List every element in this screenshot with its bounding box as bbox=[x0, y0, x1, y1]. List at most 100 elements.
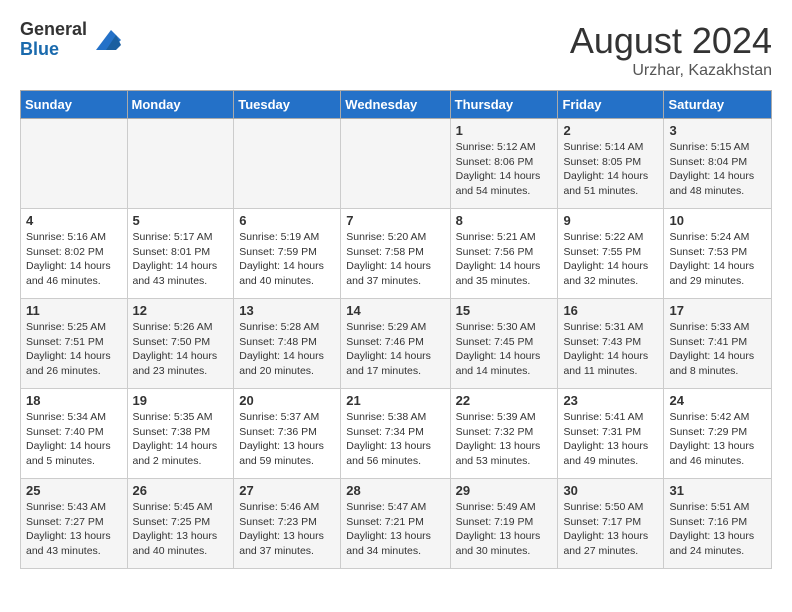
day-detail: Sunrise: 5:26 AM Sunset: 7:50 PM Dayligh… bbox=[133, 320, 229, 379]
day-detail: Sunrise: 5:19 AM Sunset: 7:59 PM Dayligh… bbox=[239, 230, 335, 289]
day-number: 20 bbox=[239, 393, 335, 408]
calendar-empty-cell bbox=[341, 119, 450, 209]
day-number: 24 bbox=[669, 393, 766, 408]
day-number: 6 bbox=[239, 213, 335, 228]
day-detail: Sunrise: 5:47 AM Sunset: 7:21 PM Dayligh… bbox=[346, 500, 444, 559]
day-number: 17 bbox=[669, 303, 766, 318]
calendar-day-10: 10Sunrise: 5:24 AM Sunset: 7:53 PM Dayli… bbox=[664, 209, 772, 299]
day-number: 4 bbox=[26, 213, 122, 228]
header-wednesday: Wednesday bbox=[341, 91, 450, 119]
day-detail: Sunrise: 5:34 AM Sunset: 7:40 PM Dayligh… bbox=[26, 410, 122, 469]
calendar-day-28: 28 Sunrise: 5:47 AM Sunset: 7:21 PM Dayli… bbox=[341, 479, 450, 569]
day-detail: Sunrise: 5:22 AM Sunset: 7:55 PM Dayligh… bbox=[563, 230, 658, 289]
logo-icon bbox=[91, 25, 121, 55]
day-detail: Sunrise: 5:20 AM Sunset: 7:58 PM Dayligh… bbox=[346, 230, 444, 289]
day-number: 21 bbox=[346, 393, 444, 408]
day-number: 28 bbox=[346, 483, 444, 498]
day-detail: Sunrise: 5:33 AM Sunset: 7:41 PM Dayligh… bbox=[669, 320, 766, 379]
title-block: August 2024 Urzhar, Kazakhstan bbox=[570, 20, 772, 80]
location-subtitle: Urzhar, Kazakhstan bbox=[570, 62, 772, 80]
day-number: 7 bbox=[346, 213, 444, 228]
calendar-week-row: 18Sunrise: 5:34 AM Sunset: 7:40 PM Dayli… bbox=[21, 389, 772, 479]
day-number: 16 bbox=[563, 303, 658, 318]
day-number: 25 bbox=[26, 483, 122, 498]
month-year-title: August 2024 bbox=[570, 20, 772, 62]
calendar-day-1: 1Sunrise: 5:12 AM Sunset: 8:06 PM Daylig… bbox=[450, 119, 558, 209]
day-number: 8 bbox=[456, 213, 553, 228]
header-tuesday: Tuesday bbox=[234, 91, 341, 119]
calendar-header-row: SundayMondayTuesdayWednesdayThursdayFrid… bbox=[21, 91, 772, 119]
calendar-week-row: 4 Sunrise: 5:16 AM Sunset: 8:02 PM Daylig… bbox=[21, 209, 772, 299]
calendar-day-12: 12 Sunrise: 5:26 AM Sunset: 7:50 PM Dayli… bbox=[127, 299, 234, 389]
header-monday: Monday bbox=[127, 91, 234, 119]
calendar-day-15: 15Sunrise: 5:30 AM Sunset: 7:45 PM Dayli… bbox=[450, 299, 558, 389]
day-detail: Sunrise: 5:39 AM Sunset: 7:32 PM Dayligh… bbox=[456, 410, 553, 469]
calendar-day-25: 25 Sunrise: 5:43 AM Sunset: 7:27 PM Dayli… bbox=[21, 479, 128, 569]
day-detail: Sunrise: 5:28 AM Sunset: 7:48 PM Dayligh… bbox=[239, 320, 335, 379]
day-number: 12 bbox=[133, 303, 229, 318]
calendar-day-29: 29 Sunrise: 5:49 AM Sunset: 7:19 PM Dayli… bbox=[450, 479, 558, 569]
calendar-day-19: 19 Sunrise: 5:35 AM Sunset: 7:38 PM Dayli… bbox=[127, 389, 234, 479]
day-detail: Sunrise: 5:17 AM Sunset: 8:01 PM Dayligh… bbox=[133, 230, 229, 289]
calendar-day-8: 8Sunrise: 5:21 AM Sunset: 7:56 PM Daylig… bbox=[450, 209, 558, 299]
calendar-empty-cell bbox=[234, 119, 341, 209]
header-saturday: Saturday bbox=[664, 91, 772, 119]
day-detail: Sunrise: 5:45 AM Sunset: 7:25 PM Dayligh… bbox=[133, 500, 229, 559]
day-detail: Sunrise: 5:29 AM Sunset: 7:46 PM Dayligh… bbox=[346, 320, 444, 379]
calendar-empty-cell bbox=[21, 119, 128, 209]
day-number: 9 bbox=[563, 213, 658, 228]
calendar-day-14: 14 Sunrise: 5:29 AM Sunset: 7:46 PM Dayli… bbox=[341, 299, 450, 389]
day-number: 31 bbox=[669, 483, 766, 498]
calendar-day-30: 30Sunrise: 5:50 AM Sunset: 7:17 PM Dayli… bbox=[558, 479, 664, 569]
day-detail: Sunrise: 5:38 AM Sunset: 7:34 PM Dayligh… bbox=[346, 410, 444, 469]
calendar-day-9: 9 Sunrise: 5:22 AM Sunset: 7:55 PM Daylig… bbox=[558, 209, 664, 299]
calendar-day-13: 13 Sunrise: 5:28 AM Sunset: 7:48 PM Dayli… bbox=[234, 299, 341, 389]
header-thursday: Thursday bbox=[450, 91, 558, 119]
calendar-day-22: 22 Sunrise: 5:39 AM Sunset: 7:32 PM Dayli… bbox=[450, 389, 558, 479]
day-detail: Sunrise: 5:49 AM Sunset: 7:19 PM Dayligh… bbox=[456, 500, 553, 559]
calendar-day-17: 17 Sunrise: 5:33 AM Sunset: 7:41 PM Dayli… bbox=[664, 299, 772, 389]
calendar-day-11: 11Sunrise: 5:25 AM Sunset: 7:51 PM Dayli… bbox=[21, 299, 128, 389]
day-detail: Sunrise: 5:50 AM Sunset: 7:17 PM Dayligh… bbox=[563, 500, 658, 559]
day-detail: Sunrise: 5:16 AM Sunset: 8:02 PM Dayligh… bbox=[26, 230, 122, 289]
calendar-day-7: 7 Sunrise: 5:20 AM Sunset: 7:58 PM Daylig… bbox=[341, 209, 450, 299]
day-number: 14 bbox=[346, 303, 444, 318]
day-detail: Sunrise: 5:51 AM Sunset: 7:16 PM Dayligh… bbox=[669, 500, 766, 559]
calendar-week-row: 1Sunrise: 5:12 AM Sunset: 8:06 PM Daylig… bbox=[21, 119, 772, 209]
day-detail: Sunrise: 5:42 AM Sunset: 7:29 PM Dayligh… bbox=[669, 410, 766, 469]
day-number: 3 bbox=[669, 123, 766, 138]
logo-blue: Blue bbox=[20, 40, 87, 60]
day-detail: Sunrise: 5:41 AM Sunset: 7:31 PM Dayligh… bbox=[563, 410, 658, 469]
calendar-day-18: 18Sunrise: 5:34 AM Sunset: 7:40 PM Dayli… bbox=[21, 389, 128, 479]
day-number: 22 bbox=[456, 393, 553, 408]
day-detail: Sunrise: 5:30 AM Sunset: 7:45 PM Dayligh… bbox=[456, 320, 553, 379]
header-friday: Friday bbox=[558, 91, 664, 119]
day-number: 19 bbox=[133, 393, 229, 408]
calendar-day-5: 5 Sunrise: 5:17 AM Sunset: 8:01 PM Daylig… bbox=[127, 209, 234, 299]
calendar-day-21: 21 Sunrise: 5:38 AM Sunset: 7:34 PM Dayli… bbox=[341, 389, 450, 479]
header-sunday: Sunday bbox=[21, 91, 128, 119]
calendar-day-20: 20Sunrise: 5:37 AM Sunset: 7:36 PM Dayli… bbox=[234, 389, 341, 479]
day-number: 1 bbox=[456, 123, 553, 138]
calendar-day-26: 26 Sunrise: 5:45 AM Sunset: 7:25 PM Dayli… bbox=[127, 479, 234, 569]
day-number: 29 bbox=[456, 483, 553, 498]
calendar-day-16: 16 Sunrise: 5:31 AM Sunset: 7:43 PM Dayli… bbox=[558, 299, 664, 389]
day-number: 11 bbox=[26, 303, 122, 318]
day-number: 23 bbox=[563, 393, 658, 408]
calendar-day-24: 24 Sunrise: 5:42 AM Sunset: 7:29 PM Dayli… bbox=[664, 389, 772, 479]
calendar-week-row: 25 Sunrise: 5:43 AM Sunset: 7:27 PM Dayli… bbox=[21, 479, 772, 569]
calendar-table: SundayMondayTuesdayWednesdayThursdayFrid… bbox=[20, 90, 772, 569]
day-number: 26 bbox=[133, 483, 229, 498]
day-number: 5 bbox=[133, 213, 229, 228]
calendar-day-6: 6 Sunrise: 5:19 AM Sunset: 7:59 PM Daylig… bbox=[234, 209, 341, 299]
logo-general: General bbox=[20, 20, 87, 40]
day-detail: Sunrise: 5:43 AM Sunset: 7:27 PM Dayligh… bbox=[26, 500, 122, 559]
calendar-day-3: 3Sunrise: 5:15 AM Sunset: 8:04 PM Daylig… bbox=[664, 119, 772, 209]
calendar-empty-cell bbox=[127, 119, 234, 209]
day-detail: Sunrise: 5:35 AM Sunset: 7:38 PM Dayligh… bbox=[133, 410, 229, 469]
day-number: 13 bbox=[239, 303, 335, 318]
day-detail: Sunrise: 5:31 AM Sunset: 7:43 PM Dayligh… bbox=[563, 320, 658, 379]
day-number: 2 bbox=[563, 123, 658, 138]
day-detail: Sunrise: 5:46 AM Sunset: 7:23 PM Dayligh… bbox=[239, 500, 335, 559]
page-header: General Blue August 2024 Urzhar, Kazakhs… bbox=[20, 20, 772, 80]
